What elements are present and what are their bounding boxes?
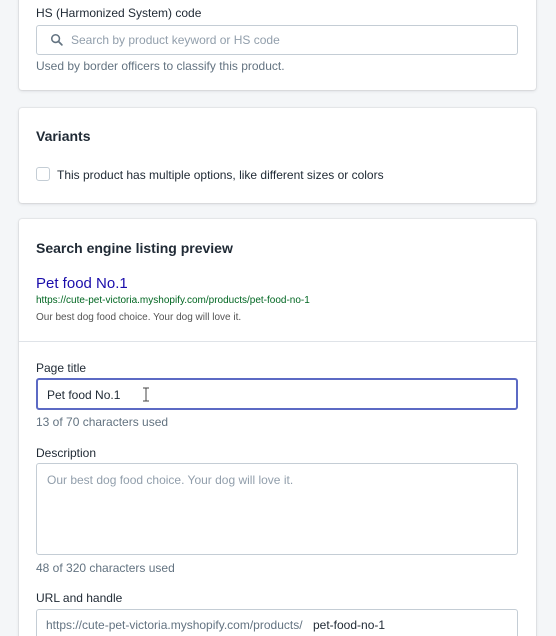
variants-heading: Variants — [36, 128, 91, 144]
url-handle-label: URL and handle — [36, 591, 123, 605]
url-handle-field[interactable]: https://cute-pet-victoria.myshopify.com/… — [36, 609, 518, 636]
hs-code-search-field[interactable]: Search by product keyword or HS code — [36, 25, 518, 55]
hs-code-card: HS (Harmonized System) code Search by pr… — [19, 0, 536, 90]
description-textarea[interactable]: Our best dog food choice. Your dog will … — [47, 473, 293, 487]
description-count: 48 of 320 characters used — [36, 561, 175, 575]
seo-preview-url: https://cute-pet-victoria.myshopify.com/… — [36, 295, 310, 306]
seo-divider — [19, 341, 536, 342]
page-title-field[interactable]: Pet food No.1 — [36, 378, 518, 410]
url-prefix: https://cute-pet-victoria.myshopify.com/… — [46, 618, 303, 632]
search-icon — [50, 33, 63, 46]
seo-preview-description: Our best dog food choice. Your dog will … — [36, 312, 242, 323]
page-title-input[interactable]: Pet food No.1 — [47, 388, 120, 402]
url-handle-input[interactable]: pet-food-no-1 — [313, 618, 385, 632]
hs-code-search-input[interactable]: Search by product keyword or HS code — [71, 33, 280, 47]
hs-code-label: HS (Harmonized System) code — [36, 6, 202, 20]
page-title-count: 13 of 70 characters used — [36, 415, 169, 429]
seo-heading: Search engine listing preview — [36, 240, 233, 256]
description-field[interactable]: Our best dog food choice. Your dog will … — [36, 463, 518, 555]
variants-card: Variants This product has multiple optio… — [19, 108, 536, 203]
description-label: Description — [36, 446, 97, 460]
hs-code-help-text: Used by border officers to classify this… — [36, 59, 285, 73]
multiple-options-label[interactable]: This product has multiple options, like … — [57, 168, 384, 182]
text-cursor-icon — [143, 387, 149, 402]
page-title-label: Page title — [36, 361, 87, 375]
multiple-options-checkbox[interactable] — [36, 167, 50, 181]
seo-card: Search engine listing preview Pet food N… — [19, 219, 536, 636]
seo-preview-title: Pet food No.1 — [36, 275, 128, 292]
